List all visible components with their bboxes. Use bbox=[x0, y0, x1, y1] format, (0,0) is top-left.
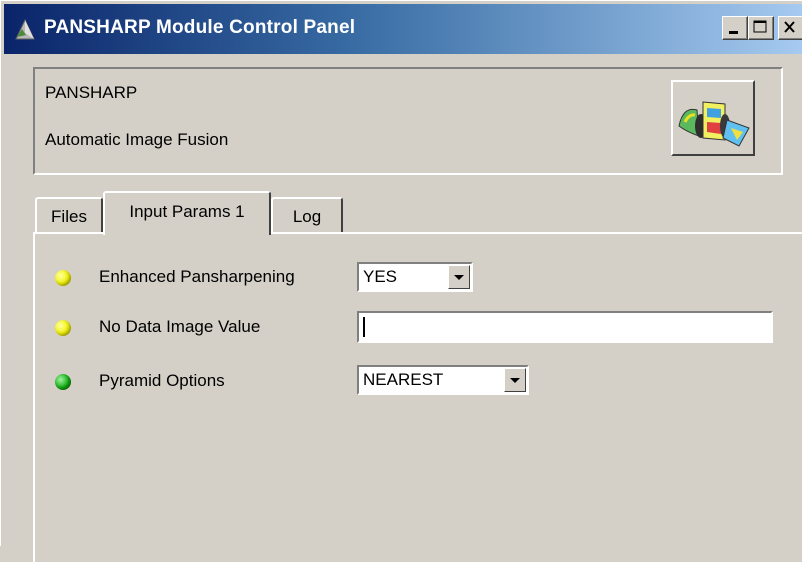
status-indicator-yellow-icon bbox=[55, 270, 71, 286]
close-button[interactable] bbox=[778, 16, 802, 40]
module-name: PANSHARP bbox=[45, 83, 138, 102]
pyramid-options-label: Pyramid Options bbox=[99, 371, 225, 390]
enhanced-pansharpening-select[interactable]: YES bbox=[357, 262, 473, 292]
minimize-icon bbox=[729, 31, 738, 34]
image-fusion-icon bbox=[678, 101, 750, 147]
pyramid-options-value: NEAREST bbox=[363, 370, 444, 389]
input-params-panel: Enhanced Pansharpening YES No Data Image… bbox=[33, 232, 802, 562]
minimize-button[interactable] bbox=[722, 16, 748, 40]
maximize-icon bbox=[753, 20, 767, 33]
enhanced-pansharpening-label: Enhanced Pansharpening bbox=[99, 267, 295, 286]
no-data-image-value-label: No Data Image Value bbox=[99, 317, 261, 336]
chevron-down-icon[interactable] bbox=[448, 265, 470, 289]
text-caret bbox=[363, 317, 365, 337]
tab-input-params-1-label: Input Params 1 bbox=[129, 202, 245, 221]
module-control-panel-window: PANSHARP Module Control Panel PANSHARP A… bbox=[0, 0, 802, 562]
module-header-panel: PANSHARP Automatic Image Fusion bbox=[33, 67, 783, 175]
no-data-image-value-input[interactable] bbox=[357, 311, 773, 343]
tab-input-params-1[interactable]: Input Params 1 bbox=[103, 191, 271, 235]
close-icon bbox=[784, 21, 795, 33]
enhanced-pansharpening-value: YES bbox=[363, 267, 398, 286]
chevron-down-icon[interactable] bbox=[504, 368, 526, 392]
app-icon bbox=[12, 17, 38, 43]
tab-log-label: Log bbox=[292, 207, 322, 226]
module-description: Automatic Image Fusion bbox=[45, 130, 229, 149]
tab-log[interactable]: Log bbox=[271, 197, 343, 233]
maximize-button[interactable] bbox=[748, 16, 774, 40]
tab-strip: Files Input Params 1 Log bbox=[33, 187, 802, 235]
module-icon-button[interactable] bbox=[671, 80, 755, 156]
title-bar[interactable]: PANSHARP Module Control Panel bbox=[4, 4, 802, 54]
pyramid-options-select[interactable]: NEAREST bbox=[357, 365, 529, 395]
tab-files-label: Files bbox=[51, 207, 87, 226]
window-title: PANSHARP Module Control Panel bbox=[44, 17, 356, 38]
tab-files[interactable]: Files bbox=[35, 197, 103, 233]
status-indicator-green-icon bbox=[55, 374, 71, 390]
status-indicator-yellow-icon bbox=[55, 320, 71, 336]
